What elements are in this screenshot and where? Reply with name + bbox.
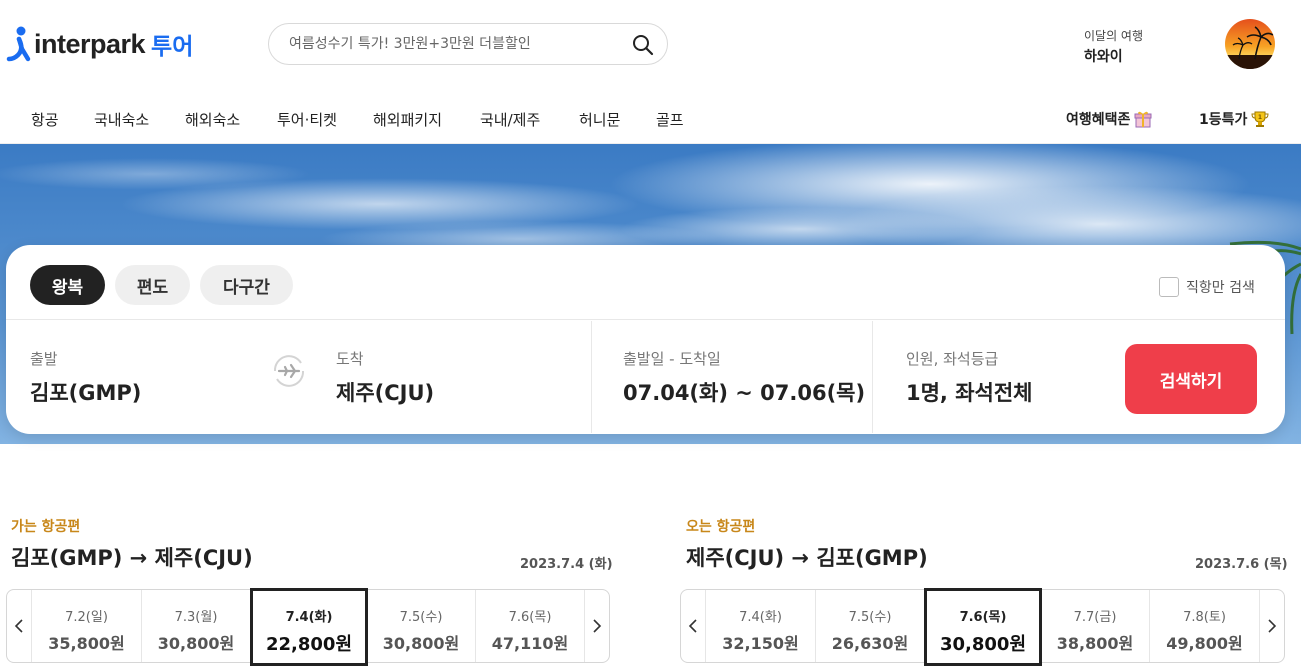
departure-field[interactable]: 김포(GMP) (30, 377, 141, 407)
inbound-route: 제주(CJU) → 김포(GMP) (686, 546, 928, 570)
inbound-prev-dates[interactable] (681, 590, 706, 662)
day-date: 7.6(목) (959, 610, 1007, 625)
inbound-date-selector: 7.4(화) 32,150원 7.5(수) 26,630원 7.6(목) 30,… (680, 588, 1285, 666)
direct-only-label: 직항만 검색 (1186, 280, 1255, 296)
outbound-day-cell[interactable]: 7.5(수) 30,800원 (367, 590, 476, 662)
day-date: 7.6(목) (508, 610, 552, 625)
day-price: 38,800원 (1056, 634, 1134, 653)
outbound-date-selector: 7.2(일) 35,800원 7.3(월) 30,800원 7.4(화) 22,… (6, 588, 610, 666)
day-price: 30,800원 (157, 634, 235, 653)
day-price: 30,800원 (939, 634, 1027, 655)
nav-item-flights[interactable]: 항공 (31, 109, 59, 130)
nav-item-overseas-package[interactable]: 해외패키지 (373, 109, 442, 130)
gift-icon (1134, 111, 1152, 128)
day-price: 26,630원 (831, 634, 909, 653)
day-date: 7.5(수) (848, 610, 892, 625)
nav-item-overseas-stay[interactable]: 해외숙소 (185, 109, 240, 130)
dates-label: 출발일 - 도착일 (623, 350, 721, 368)
day-price: 47,110원 (491, 634, 569, 653)
day-date: 7.8(토) (1183, 610, 1226, 625)
interpark-logo-icon (6, 26, 31, 62)
field-separator (872, 321, 873, 433)
search-box (268, 23, 668, 65)
flight-search-panel: 왕복 편도 다구간 직항만 검색 출발 김포(GMP) 도착 제주(CJU) 출… (6, 245, 1285, 434)
passengers-field[interactable]: 1명, 좌석전체 (906, 377, 1033, 407)
nav-benefits-zone[interactable]: 여행혜택존 (1066, 109, 1152, 129)
inbound-date: 2023.7.6 (목) (1195, 557, 1288, 572)
inbound-next-dates[interactable] (1259, 590, 1284, 662)
day-price: 49,800원 (1166, 634, 1243, 653)
inbound-day-cell[interactable]: 7.7(금) 38,800원 (1041, 590, 1150, 662)
outbound-next-dates[interactable] (584, 590, 609, 662)
sunset-palm-icon (1225, 19, 1275, 69)
day-date: 7.4(화) (285, 610, 333, 625)
outbound-day-cell[interactable]: 7.2(일) 35,800원 (32, 590, 142, 662)
outbound-date: 2023.7.4 (화) (520, 557, 613, 572)
search-input[interactable] (289, 24, 629, 64)
day-date: 7.4(화) (739, 610, 782, 625)
nav-item-honeymoon[interactable]: 허니문 (579, 109, 620, 130)
day-date: 7.7(금) (1073, 610, 1117, 625)
outbound-prev-dates[interactable] (7, 590, 32, 662)
dates-field[interactable]: 07.04(화) ~ 07.06(목) (623, 377, 865, 407)
monthly-trip-image[interactable] (1225, 19, 1275, 69)
panel-divider (6, 319, 1285, 320)
direct-only-checkbox[interactable] (1159, 277, 1179, 297)
nav-item-tour-ticket[interactable]: 투어·티켓 (277, 109, 337, 130)
trophy-icon: 1 (1251, 111, 1269, 127)
nav-top-deals-label: 1등특가 (1199, 112, 1248, 128)
inbound-section-label: 오는 항공편 (686, 519, 756, 535)
search-icon[interactable] (631, 33, 655, 57)
direct-only-option[interactable]: 직항만 검색 (1159, 277, 1255, 297)
outbound-section-label: 가는 항공편 (11, 519, 81, 535)
chevron-left-icon (14, 619, 23, 633)
monthly-trip-value: 하와이 (1084, 49, 1123, 65)
svg-text:1: 1 (1258, 114, 1262, 121)
logo-sub: 투어 (151, 34, 194, 60)
header: interpark 투어 이달의 여행 하와이 (0, 0, 1301, 92)
inbound-day-cell[interactable]: 7.8(토) 49,800원 (1150, 590, 1260, 662)
swap-airports-icon[interactable] (269, 351, 309, 391)
logo-text: interpark (34, 28, 146, 59)
monthly-trip[interactable]: 이달의 여행 하와이 (1084, 27, 1143, 66)
chevron-left-icon (688, 619, 697, 633)
chevron-right-icon (1268, 619, 1277, 633)
nav-item-domestic-jeju[interactable]: 국내/제주 (480, 109, 540, 130)
outbound-day-cell[interactable]: 7.6(목) 47,110원 (476, 590, 585, 662)
day-price: 32,150원 (722, 634, 799, 653)
departure-label: 출발 (30, 350, 58, 368)
inbound-day-cell-selected[interactable]: 7.6(목) 30,800원 (924, 588, 1042, 666)
tab-multi-city[interactable]: 다구간 (200, 265, 293, 305)
monthly-trip-label: 이달의 여행 (1084, 29, 1144, 43)
outbound-route: 김포(GMP) → 제주(CJU) (11, 546, 253, 570)
field-separator (591, 321, 592, 433)
search-flights-button[interactable]: 검색하기 (1125, 344, 1257, 414)
main-nav: 항공 국내숙소 해외숙소 투어·티켓 해외패키지 국내/제주 허니문 골프 여행… (0, 92, 1301, 144)
inbound-day-cell[interactable]: 7.4(화) 32,150원 (706, 590, 816, 662)
tab-one-way[interactable]: 편도 (115, 265, 190, 305)
nav-top-deals[interactable]: 1등특가 1 (1199, 109, 1269, 129)
day-price: 30,800원 (382, 634, 460, 653)
nav-benefits-label: 여행혜택존 (1066, 112, 1131, 128)
day-date: 7.2(일) (65, 610, 108, 625)
day-date: 7.3(월) (174, 610, 218, 625)
day-price: 35,800원 (48, 634, 125, 653)
passengers-label: 인원, 좌석등급 (906, 350, 999, 368)
inbound-day-cell[interactable]: 7.5(수) 26,630원 (816, 590, 925, 662)
outbound-day-cell-selected[interactable]: 7.4(화) 22,800원 (250, 588, 368, 666)
nav-item-domestic-stay[interactable]: 국내숙소 (94, 109, 149, 130)
arrival-label: 도착 (336, 350, 364, 368)
logo[interactable]: interpark 투어 (6, 24, 193, 64)
nav-item-golf[interactable]: 골프 (656, 109, 684, 130)
outbound-day-cell[interactable]: 7.3(월) 30,800원 (142, 590, 251, 662)
arrival-field[interactable]: 제주(CJU) (336, 377, 434, 407)
tab-round-trip[interactable]: 왕복 (30, 265, 105, 305)
day-date: 7.5(수) (399, 610, 443, 625)
day-price: 22,800원 (265, 634, 353, 655)
chevron-right-icon (593, 619, 602, 633)
